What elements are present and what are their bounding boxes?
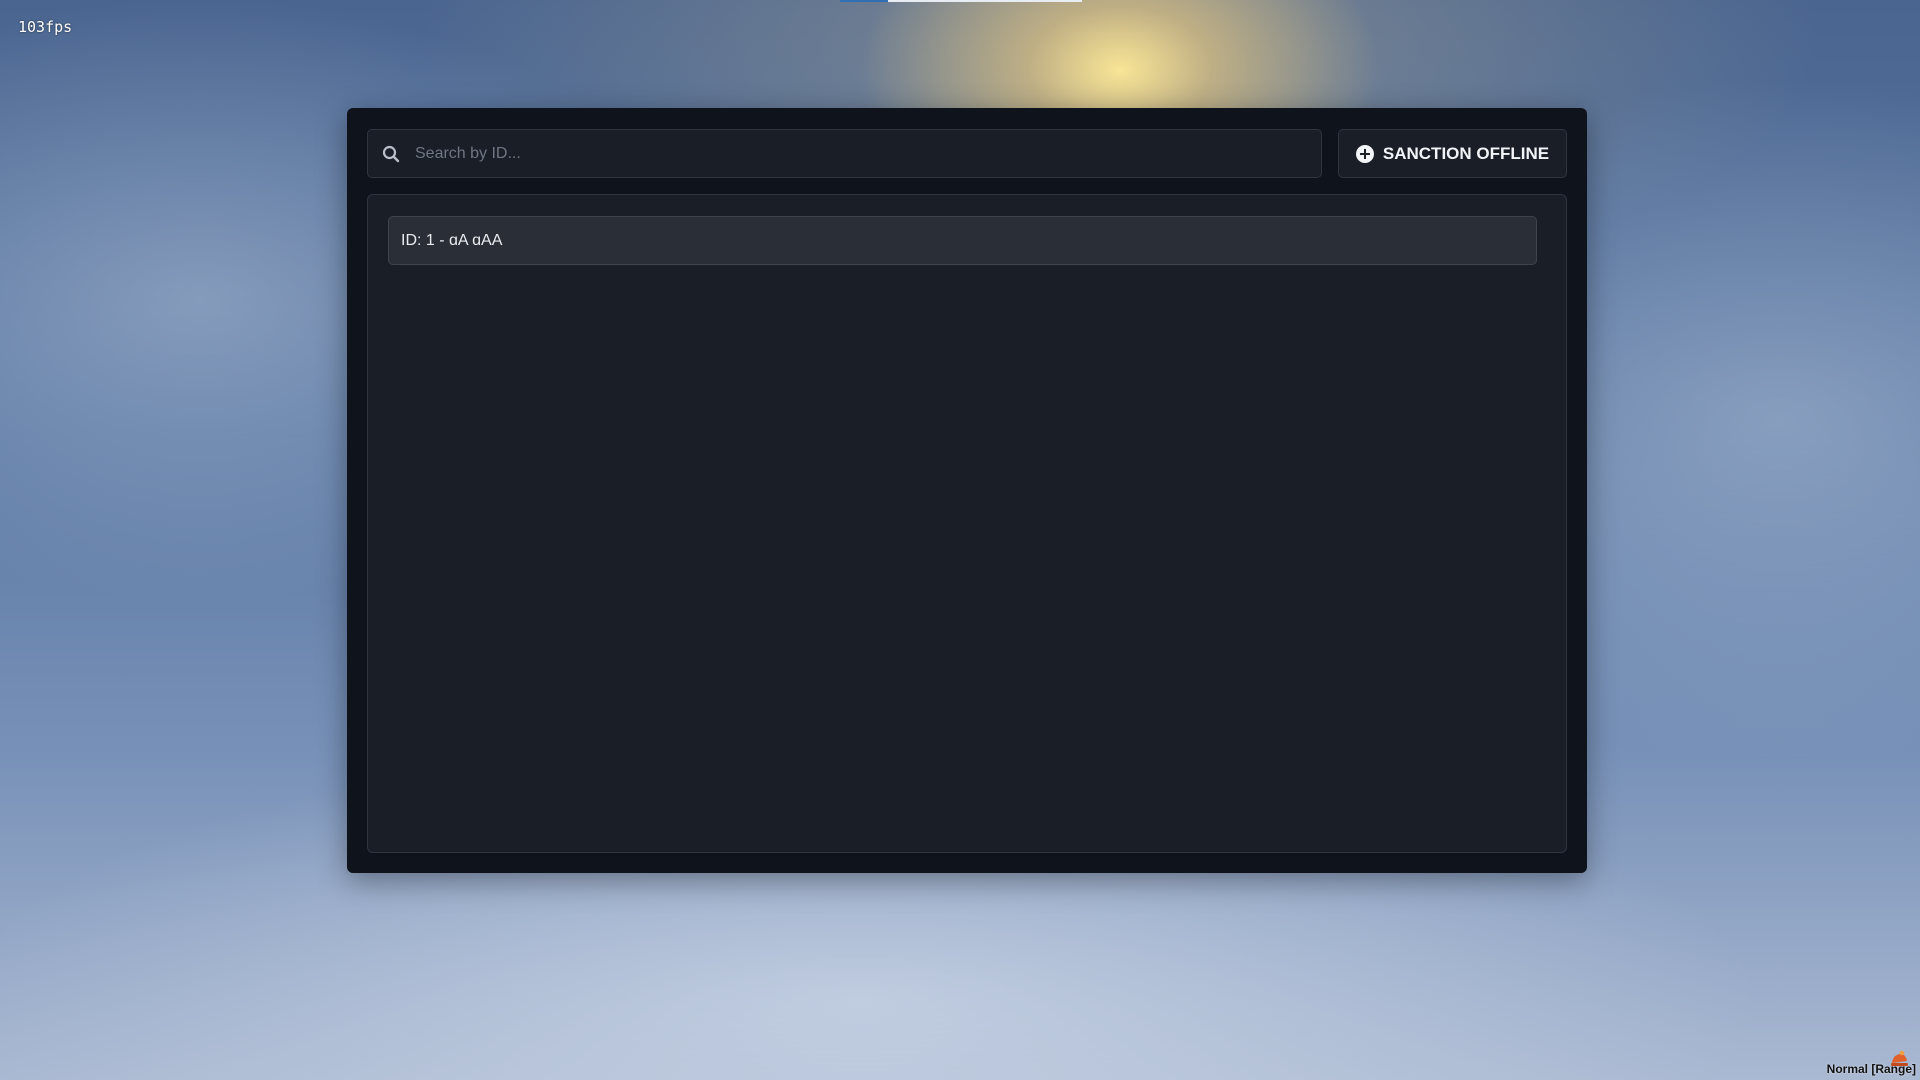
voice-range-icon bbox=[1888, 1048, 1910, 1070]
plus-circle-icon bbox=[1355, 144, 1374, 163]
player-list: ID: 1 - ɑA ɑAA bbox=[367, 194, 1567, 853]
sanction-offline-button[interactable]: SANCTION OFFLINE bbox=[1338, 129, 1567, 178]
search-input[interactable] bbox=[413, 129, 1321, 178]
top-progress-bar bbox=[840, 0, 1082, 2]
fps-counter: 103fps bbox=[18, 18, 73, 36]
top-progress-bar-active bbox=[840, 0, 888, 2]
search-bar bbox=[367, 129, 1322, 178]
list-item[interactable]: ID: 1 - ɑA ɑAA bbox=[388, 216, 1537, 265]
sanction-offline-label: SANCTION OFFLINE bbox=[1382, 143, 1550, 163]
top-progress-bar-track bbox=[888, 0, 1082, 2]
player-label: ID: 1 - ɑA ɑAA bbox=[401, 231, 503, 249]
search-icon bbox=[381, 144, 401, 164]
sanctions-panel: SANCTION OFFLINE ID: 1 - ɑA ɑAA bbox=[347, 108, 1587, 873]
